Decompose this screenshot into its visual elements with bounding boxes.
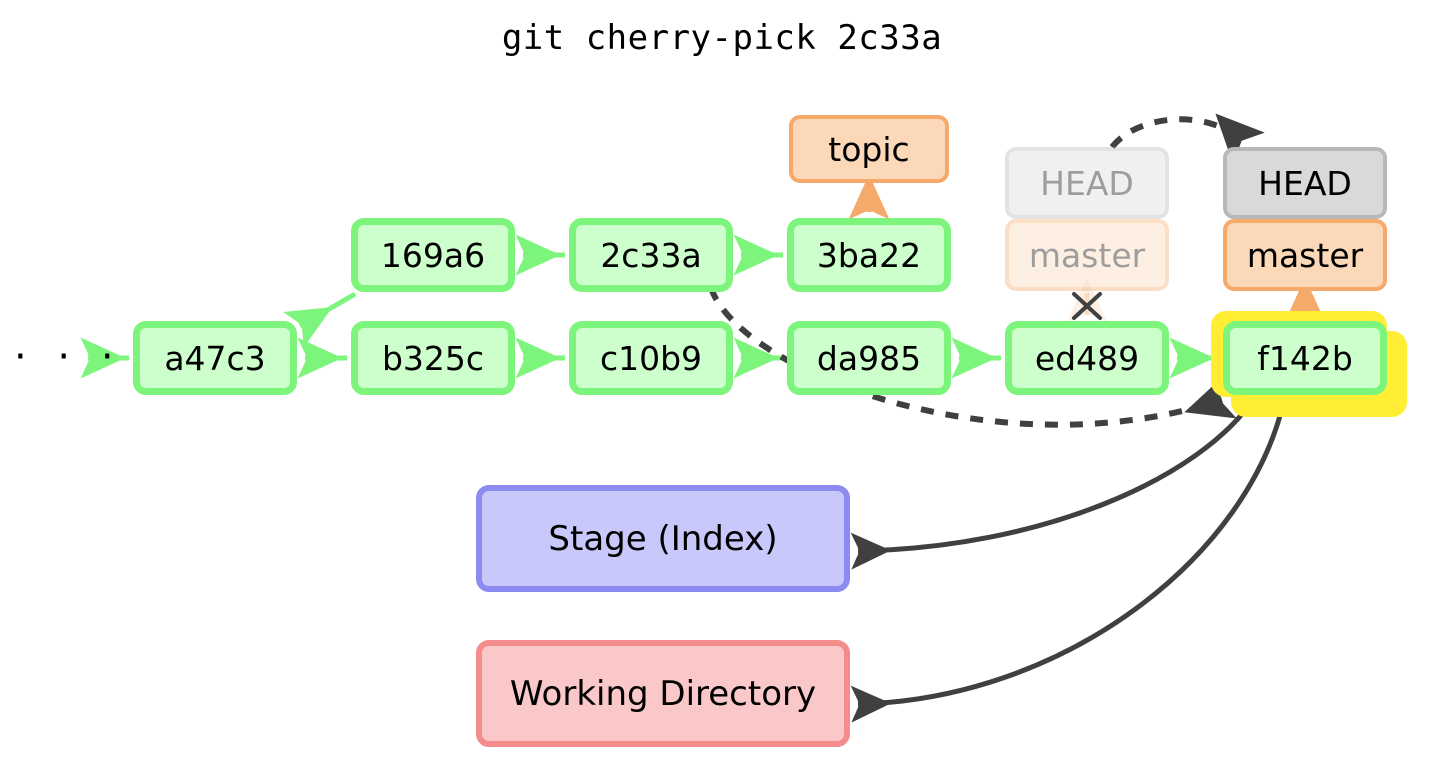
ref-label-topic[interactable]: topic (789, 115, 949, 183)
commit-node-da985[interactable]: da985 (787, 321, 951, 395)
ref-name: HEAD (1258, 163, 1352, 203)
commit-label: ed489 (1034, 338, 1140, 378)
commit-label: da985 (816, 338, 922, 378)
stage-index-label: Stage (Index) (548, 518, 778, 559)
commit-node-3ba22[interactable]: 3ba22 (787, 218, 951, 292)
commit-label: c10b9 (599, 338, 703, 378)
commit-node-2c33a[interactable]: 2c33a (569, 218, 733, 292)
commit-label: b325c (381, 338, 485, 378)
commit-node-b325c[interactable]: b325c (351, 321, 515, 395)
history-ellipsis: · · · (14, 334, 123, 380)
ref-name: master (1028, 235, 1146, 275)
f142b-to-stage-arrow (850, 394, 1259, 570)
stage-index-box[interactable]: Stage (Index) (476, 485, 850, 592)
page-title: git cherry-pick 2c33a (501, 18, 943, 58)
working-directory-label: Working Directory (509, 673, 817, 714)
commit-label: f142b (1257, 338, 1353, 378)
ref-name: HEAD (1040, 163, 1134, 203)
ref-label-head[interactable]: HEAD (1223, 147, 1387, 219)
commit-node-a47c3[interactable]: a47c3 (133, 321, 297, 395)
commit-label: 3ba22 (816, 235, 922, 275)
diagram-canvas: git cherry-pick 2c33a · · · a47c3 b325c … (0, 0, 1444, 778)
commit-node-c10b9[interactable]: c10b9 (569, 321, 733, 395)
commit-label: 169a6 (380, 235, 486, 275)
commit-to-worktree-arrows (850, 394, 1288, 723)
ref-name: master (1246, 235, 1364, 275)
ref-label-head-old: HEAD (1005, 147, 1169, 219)
commit-label: 2c33a (600, 235, 702, 275)
commit-label: a47c3 (164, 338, 266, 378)
ref-name: topic (828, 129, 910, 169)
f142b-to-working-directory-arrow (850, 395, 1288, 723)
head-move-dashed-arrow (1109, 113, 1265, 164)
working-directory-box[interactable]: Working Directory (476, 640, 850, 747)
commit-node-ed489[interactable]: ed489 (1005, 321, 1169, 395)
ref-label-master[interactable]: master (1223, 219, 1387, 291)
ref-label-master-old: master (1005, 219, 1169, 291)
commit-node-169a6[interactable]: 169a6 (351, 218, 515, 292)
deleted-ref-x-mark (1072, 292, 1102, 320)
commit-node-f142b[interactable]: f142b (1223, 321, 1387, 395)
